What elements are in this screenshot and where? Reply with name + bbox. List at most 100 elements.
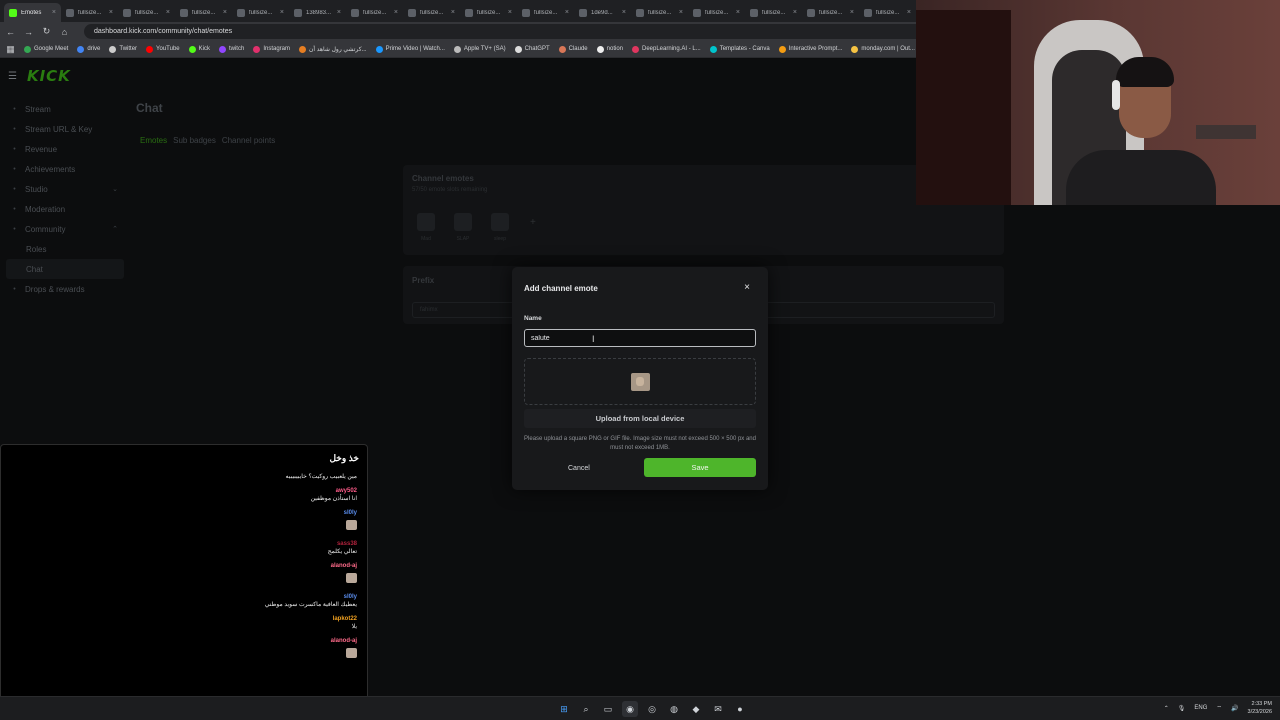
bookmark-item[interactable]: DeepLearning.AI - L... — [632, 45, 701, 53]
emote-name-input[interactable] — [524, 329, 756, 347]
close-tab-icon[interactable]: × — [280, 9, 284, 16]
chat-username[interactable]: alanod-aj — [17, 562, 357, 570]
sidebar-item-studio[interactable]: • Studio ⌄ — [6, 179, 124, 199]
sidebar-item-stream[interactable]: • Stream — [6, 99, 124, 119]
chat-username[interactable]: sl0ly — [17, 509, 357, 517]
chevron-up-icon[interactable]: ⌃ — [1164, 705, 1169, 712]
browser-tab[interactable]: Emotes × — [4, 3, 61, 22]
close-tab-icon[interactable]: × — [451, 9, 455, 16]
language-indicator[interactable]: ENG — [1194, 705, 1207, 711]
chrome-icon[interactable]: ◉ — [622, 701, 638, 717]
save-button[interactable]: Save — [644, 458, 756, 477]
close-tab-icon[interactable]: × — [622, 9, 626, 16]
browser-tab[interactable]: 138983... × — [289, 3, 346, 22]
emote-item[interactable]: Mad — [412, 213, 440, 242]
chevron-icon[interactable]: ⌄ — [112, 185, 118, 193]
mail-icon[interactable]: ✉ — [710, 701, 726, 717]
sidebar-item-stream-url-key[interactable]: • Stream URL & Key — [6, 119, 124, 139]
close-tab-icon[interactable]: × — [793, 9, 797, 16]
clock[interactable]: 2:33 PM 3/23/2026 — [1248, 700, 1272, 716]
vpn-icon[interactable]: ◆ — [688, 701, 704, 717]
browser-tab[interactable]: fullsize... × — [745, 3, 802, 22]
browser-tab[interactable]: fullsize... × — [232, 3, 289, 22]
bookmark-item[interactable]: ChatGPT — [514, 45, 550, 53]
add-emote-button[interactable]: + — [530, 217, 536, 228]
sidebar-item-drops-rewards[interactable]: • Drops & rewards — [6, 279, 124, 299]
chat-username[interactable]: sass38 — [17, 540, 357, 548]
close-tab-icon[interactable]: × — [565, 9, 569, 16]
browser-tab[interactable]: fullsize... × — [175, 3, 232, 22]
bookmark-item[interactable]: Google Meet — [24, 45, 68, 53]
chat-username[interactable]: awy502 — [17, 487, 357, 495]
emote-item[interactable]: sleep — [486, 213, 514, 242]
back-arrow-icon[interactable]: ← — [6, 27, 15, 37]
image-dropzone[interactable] — [524, 358, 756, 405]
browser-tab[interactable]: fullsize... × — [631, 3, 688, 22]
tab-sub-badges[interactable]: Sub badges — [173, 136, 216, 145]
bookmark-item[interactable]: Templates - Canva — [709, 45, 770, 53]
steam-icon[interactable]: ◍ — [666, 701, 682, 717]
browser-tab[interactable]: fullsize... × — [802, 3, 859, 22]
chevron-icon[interactable]: ⌃ — [112, 225, 118, 233]
files-icon[interactable]: ▭ — [600, 701, 616, 717]
chat-username[interactable]: lapkot22 — [17, 615, 357, 623]
bookmark-item[interactable]: Kick — [188, 45, 210, 53]
bookmark-item[interactable]: كرتشي رول شاهد أن... — [299, 45, 367, 53]
bookmark-item[interactable]: Instagram — [253, 45, 290, 53]
bookmark-item[interactable]: YouTube — [146, 45, 180, 53]
browser-tab[interactable]: fullsize... × — [688, 3, 745, 22]
bookmark-item[interactable]: monday.com | Out... — [851, 45, 915, 53]
windows-start-icon[interactable]: ⊞ — [556, 701, 572, 717]
search-icon[interactable]: ⌕ — [578, 701, 594, 717]
close-tab-icon[interactable]: × — [109, 9, 113, 16]
bookmark-item[interactable]: Prime Video | Watch... — [375, 45, 445, 53]
close-tab-icon[interactable]: × — [508, 9, 512, 16]
wifi-icon[interactable]: ⌔ — [1216, 704, 1222, 712]
bookmark-item[interactable]: Twitter — [109, 45, 137, 53]
tab-channel-points[interactable]: Channel points — [222, 136, 275, 145]
discord-icon[interactable]: ◎ — [644, 701, 660, 717]
close-tab-icon[interactable]: × — [907, 9, 911, 16]
sidebar-item-revenue[interactable]: • Revenue — [6, 139, 124, 159]
browser-tab[interactable]: fullsize... × — [460, 3, 517, 22]
reload-icon[interactable]: ↻ — [42, 26, 51, 37]
close-icon[interactable]: × — [744, 282, 750, 293]
close-tab-icon[interactable]: × — [736, 9, 740, 16]
obs-icon[interactable]: ● — [732, 701, 748, 717]
microphone-icon[interactable]: 🎙 — [1178, 705, 1186, 712]
browser-tab[interactable]: fullsize... × — [859, 3, 916, 22]
cancel-button[interactable]: Cancel — [568, 465, 590, 472]
browser-tab[interactable]: fullsize... × — [403, 3, 460, 22]
sidebar-item-chat[interactable]: Chat — [6, 259, 124, 279]
browser-tab[interactable]: fullsize... × — [517, 3, 574, 22]
bookmark-item[interactable]: drive — [77, 45, 100, 53]
home-icon[interactable]: ⌂ — [60, 27, 69, 37]
emote-item[interactable]: SLAP — [449, 213, 477, 242]
bookmark-item[interactable]: notion — [596, 45, 623, 53]
close-tab-icon[interactable]: × — [394, 9, 398, 16]
volume-icon[interactable]: 🔊 — [1231, 705, 1238, 712]
close-tab-icon[interactable]: × — [850, 9, 854, 16]
bookmark-item[interactable]: Interactive Prompt... — [778, 45, 842, 53]
bookmark-item[interactable]: Claude — [558, 45, 588, 53]
sidebar-item-moderation[interactable]: • Moderation — [6, 199, 124, 219]
close-tab-icon[interactable]: × — [223, 9, 227, 16]
browser-tab[interactable]: fullsize... × — [346, 3, 403, 22]
close-tab-icon[interactable]: × — [166, 9, 170, 16]
apps-grid-icon[interactable]: ▦ — [6, 44, 15, 55]
kick-logo[interactable]: KICK — [27, 67, 71, 85]
sidebar-item-roles[interactable]: Roles — [6, 239, 124, 259]
bookmark-item[interactable]: twitch — [218, 45, 244, 53]
browser-tab[interactable]: fullsize... × — [61, 3, 118, 22]
sidebar-item-achievements[interactable]: • Achievements — [6, 159, 124, 179]
bookmark-item[interactable]: Apple TV+ (SA) — [453, 45, 506, 53]
sidebar-item-community[interactable]: • Community ⌃ — [6, 219, 124, 239]
upload-button[interactable]: Upload from local device — [524, 409, 756, 428]
forward-arrow-icon[interactable]: → — [24, 27, 33, 37]
menu-icon[interactable]: ☰ — [8, 71, 17, 82]
close-tab-icon[interactable]: × — [52, 9, 56, 16]
tab-emotes[interactable]: Emotes — [140, 136, 167, 145]
close-tab-icon[interactable]: × — [337, 9, 341, 16]
close-tab-icon[interactable]: × — [679, 9, 683, 16]
browser-tab[interactable]: fullsize... × — [118, 3, 175, 22]
